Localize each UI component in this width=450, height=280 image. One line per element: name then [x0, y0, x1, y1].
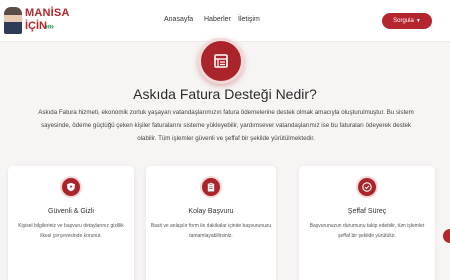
- site-header: MANİSA İÇİN »» Anasayfa Haberler İletişi…: [0, 0, 450, 42]
- feature-card-guvenli: Güvenli & Gizli Kişisel bilgileriniz ve …: [8, 166, 134, 280]
- feature-card-seffaf: Şeffaf Süreç Başvurunuzun durumunu takip…: [299, 166, 435, 280]
- chevron-down-icon: ▼: [415, 18, 421, 24]
- card-title: Şeffaf Süreç: [347, 208, 387, 215]
- logo-text-line1: MANİSA: [25, 7, 70, 19]
- scroll-to-top-button[interactable]: [443, 229, 450, 243]
- site-logo[interactable]: MANİSA İÇİN »»: [4, 6, 69, 36]
- card-text: Başvurunuzun durumunu takip edebilir, tü…: [309, 223, 425, 239]
- page-title: Askıda Fatura Desteği Nedir?: [133, 86, 317, 102]
- clipboard-icon: [200, 176, 222, 198]
- shield-icon: [60, 176, 82, 198]
- card-title: Kolay Başvuru: [188, 208, 234, 215]
- nav-link-haberler[interactable]: Haberler: [204, 16, 231, 23]
- nav-link-iletisim[interactable]: İletişim: [238, 16, 260, 23]
- sorgula-button[interactable]: Sorgula ▼: [382, 13, 432, 29]
- feature-card-kolay: Kolay Başvuru Basit ve anlaşılır form il…: [146, 166, 276, 280]
- card-text: Kişisel bilgileriniz ve başvuru detaylar…: [18, 223, 124, 239]
- logo-text-line2: İÇİN: [25, 20, 47, 32]
- logo-avatar: [4, 7, 22, 34]
- check-circle-icon: [356, 176, 378, 198]
- card-text: Basit ve anlaşılır form ile dakikalar iç…: [150, 223, 272, 239]
- sorgula-button-label: Sorgula: [393, 18, 414, 24]
- card-title: Güvenli & Gizli: [48, 208, 94, 215]
- logo-arrows-icon: »»: [45, 21, 54, 31]
- nav-link-anasayfa[interactable]: Anasayfa: [164, 16, 193, 23]
- invoice-icon: [198, 38, 244, 84]
- hero-description: Askıda Fatura hizmeti, ekonomik zorluk y…: [38, 109, 414, 142]
